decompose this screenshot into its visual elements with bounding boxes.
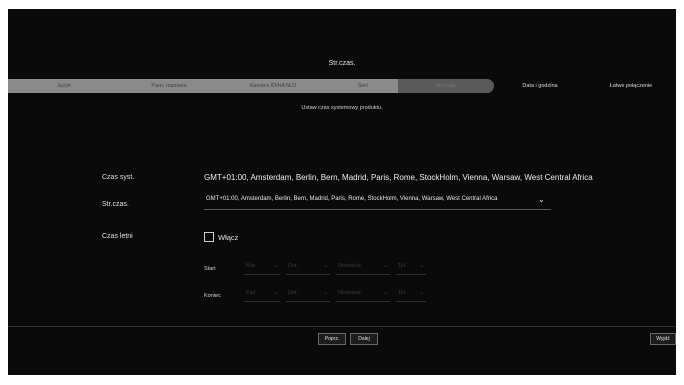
timezone-select[interactable]: GMT+01:00, Amsterdam, Berlin, Bern, Madr… bbox=[204, 193, 551, 210]
select-value: Ost. bbox=[288, 263, 299, 269]
step-label: Sieć bbox=[357, 83, 369, 89]
dst-end-month-select[interactable]: Paź ⌄ bbox=[244, 289, 280, 302]
dst-enable-checkbox[interactable] bbox=[204, 232, 214, 242]
dst-start-month-select[interactable]: Mar ⌄ bbox=[244, 262, 280, 275]
page-subtitle: Ustaw czas systemowy produktu. bbox=[301, 105, 383, 111]
step-label: Parn. masowa bbox=[151, 83, 187, 89]
step-label: Język bbox=[56, 83, 72, 89]
step-label: Łatwe połączenie bbox=[609, 83, 653, 89]
dst-end-week-select[interactable]: Ost. ⌄ bbox=[286, 289, 330, 302]
prev-button[interactable]: Poprz. bbox=[318, 333, 346, 345]
select-value: Paź bbox=[246, 290, 256, 296]
select-value: 1H bbox=[398, 290, 406, 296]
system-time-label: Czas syst. bbox=[102, 174, 135, 181]
chevron-down-icon: ⌄ bbox=[538, 195, 545, 204]
dst-end-day-select[interactable]: Niedziela ⌄ bbox=[336, 289, 390, 302]
dst-start-label: Start bbox=[204, 266, 216, 272]
next-button[interactable]: Dalej bbox=[350, 333, 378, 345]
step-timezone: Str.czas. bbox=[398, 79, 494, 93]
select-value: Mar bbox=[246, 263, 256, 269]
chevron-down-icon: ⌄ bbox=[418, 263, 424, 269]
step-camera-id-password: Kamera ID/HASŁO bbox=[218, 79, 328, 93]
chevron-down-icon: ⌄ bbox=[382, 290, 388, 296]
step-label: Str.czas. bbox=[435, 83, 457, 89]
chevron-down-icon: ⌄ bbox=[272, 290, 278, 296]
select-value: Niedziela bbox=[338, 263, 361, 269]
step-network: Sieć bbox=[328, 79, 398, 93]
dst-end-label: Koniec bbox=[204, 293, 221, 299]
dst-enable-label[interactable]: Włącz bbox=[218, 233, 238, 242]
wizard-progress-bar: Język Parn. masowa Kamera ID/HASŁO Sieć … bbox=[8, 79, 676, 93]
step-storage: Parn. masowa bbox=[120, 79, 218, 93]
select-value: Niedziela bbox=[338, 290, 361, 296]
select-value: Ost. bbox=[288, 290, 299, 296]
chevron-down-icon: ⌄ bbox=[382, 263, 388, 269]
exit-button[interactable]: Wyjdź bbox=[650, 333, 676, 345]
page-title: Str.czas. bbox=[328, 60, 356, 67]
step-date-time: Data i godzina bbox=[494, 79, 586, 93]
system-time-value: GMT+01:00, Amsterdam, Berlin, Bern, Madr… bbox=[204, 173, 593, 182]
select-value: 1H bbox=[398, 263, 406, 269]
dst-end-hour-select[interactable]: 1H ⌄ bbox=[396, 289, 426, 302]
footer-divider bbox=[8, 326, 676, 327]
chevron-down-icon: ⌄ bbox=[272, 263, 278, 269]
step-language: Język bbox=[8, 79, 120, 93]
dst-start-hour-select[interactable]: 1H ⌄ bbox=[396, 262, 426, 275]
timezone-selected-value: GMT+01:00, Amsterdam, Berlin, Bern, Madr… bbox=[206, 196, 498, 202]
setup-wizard-screen: Str.czas. Język Parn. masowa Kamera ID/H… bbox=[8, 9, 676, 375]
dst-start-day-select[interactable]: Niedziela ⌄ bbox=[336, 262, 390, 275]
timezone-label: Str.czas. bbox=[102, 201, 129, 208]
step-label: Data i godzina bbox=[522, 83, 558, 89]
step-label: Kamera ID/HASŁO bbox=[249, 83, 297, 89]
step-easy-connection: Łatwe połączenie bbox=[586, 79, 676, 93]
chevron-down-icon: ⌄ bbox=[322, 290, 328, 296]
dst-label: Czas letni bbox=[102, 233, 133, 240]
dst-start-week-select[interactable]: Ost. ⌄ bbox=[286, 262, 330, 275]
chevron-down-icon: ⌄ bbox=[418, 290, 424, 296]
chevron-down-icon: ⌄ bbox=[322, 263, 328, 269]
